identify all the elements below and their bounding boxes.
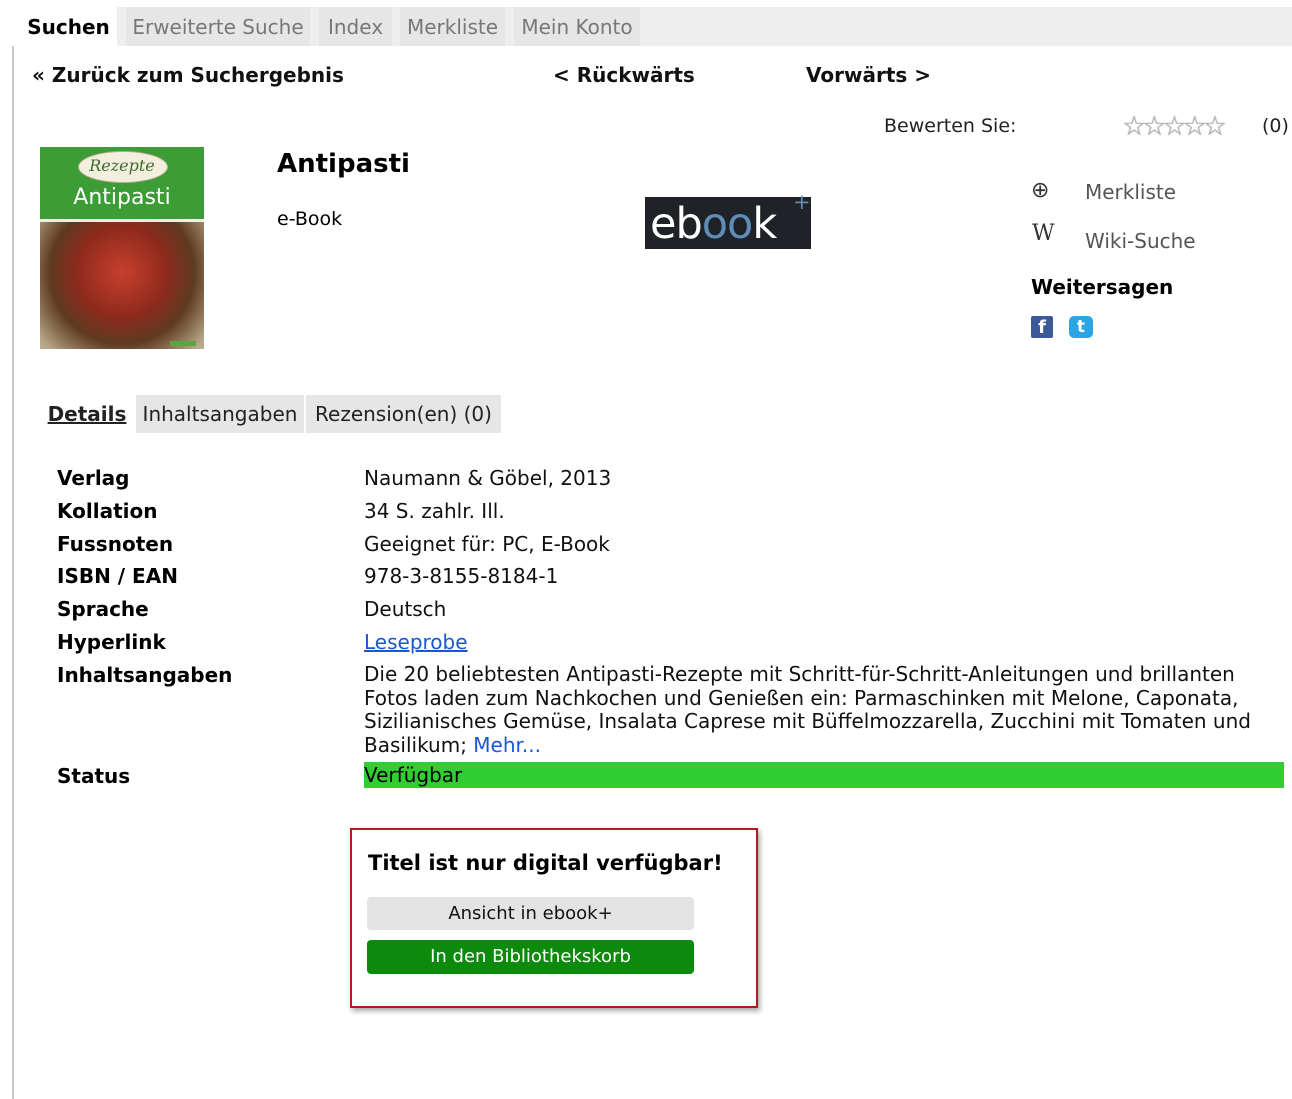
tab-erweiterte-suche[interactable]: Erweiterte Suche bbox=[126, 7, 310, 46]
view-ebook-button[interactable]: Ansicht in ebook+ bbox=[367, 897, 694, 930]
status-badge: Verfügbar bbox=[364, 762, 1284, 788]
tab-merkliste[interactable]: Merkliste bbox=[400, 7, 505, 46]
inhalt-label: Inhaltsangaben bbox=[57, 663, 233, 687]
cover-divider bbox=[40, 219, 204, 222]
mehr-link[interactable]: Mehr... bbox=[473, 733, 541, 757]
digital-box-title: Titel ist nur digital verfügbar! bbox=[368, 851, 723, 875]
add-to-basket-button[interactable]: In den Bibliothekskorb bbox=[367, 940, 694, 974]
wiki-search-link[interactable]: Wiki-Suche bbox=[1085, 229, 1196, 253]
share-title: Weitersagen bbox=[1031, 275, 1174, 299]
record-title: Antipasti bbox=[277, 149, 410, 179]
tab-index[interactable]: Index bbox=[319, 7, 392, 46]
facebook-icon[interactable]: f bbox=[1031, 316, 1053, 338]
logo-text: ebook bbox=[650, 199, 777, 249]
previous-link[interactable]: < Rückwärts bbox=[553, 62, 695, 88]
kollation-label: Kollation bbox=[57, 499, 158, 523]
leseprobe-link[interactable]: Leseprobe bbox=[364, 630, 468, 654]
sprache-value: Deutsch bbox=[364, 597, 447, 621]
book-cover-image: Rezepte Antipasti bbox=[40, 147, 204, 349]
ebook-plus-logo: ebook + bbox=[645, 191, 811, 249]
tab-rezensionen[interactable]: Rezension(en) (0) bbox=[306, 395, 501, 433]
fussnoten-label: Fussnoten bbox=[57, 532, 174, 556]
wikipedia-icon[interactable]: W bbox=[1032, 222, 1055, 246]
rating-count: (0) bbox=[1262, 115, 1289, 137]
verlag-label: Verlag bbox=[57, 466, 130, 490]
tab-suchen[interactable]: Suchen bbox=[20, 7, 117, 46]
next-link[interactable]: Vorwärts > bbox=[806, 62, 931, 88]
sprache-label: Sprache bbox=[57, 597, 149, 621]
logo-plus: + bbox=[793, 190, 811, 214]
logo-text-oo: oo bbox=[701, 199, 754, 249]
left-border-line bbox=[12, 46, 14, 1099]
verlag-value: Naumann & Göbel, 2013 bbox=[364, 466, 612, 490]
isbn-label: ISBN / EAN bbox=[57, 564, 178, 588]
kollation-value: 34 S. zahlr. Ill. bbox=[364, 499, 505, 523]
merkliste-link[interactable]: Merkliste bbox=[1085, 180, 1176, 204]
rating-stars[interactable]: ☆☆☆☆☆ bbox=[1122, 112, 1227, 142]
hyperlink-label: Hyperlink bbox=[57, 630, 166, 654]
twitter-icon[interactable]: t bbox=[1069, 316, 1093, 338]
cover-series: Rezepte bbox=[89, 156, 155, 175]
fussnoten-value: Geeignet für: PC, E-Book bbox=[364, 532, 610, 556]
record-medium: e-Book bbox=[277, 208, 343, 230]
tab-details[interactable]: Details bbox=[40, 395, 134, 433]
isbn-value: 978-3-8155-8184-1 bbox=[364, 564, 559, 588]
status-label: Status bbox=[57, 764, 131, 788]
cover-publisher-mark bbox=[170, 341, 196, 346]
tab-inhaltsangaben[interactable]: Inhaltsangaben bbox=[136, 395, 304, 433]
logo-text-pre: eb bbox=[650, 199, 703, 249]
add-circle-icon[interactable]: ⊕ bbox=[1031, 179, 1049, 203]
cover-title: Antipasti bbox=[73, 185, 171, 210]
tab-mein-konto[interactable]: Mein Konto bbox=[514, 7, 640, 46]
rating-label: Bewerten Sie: bbox=[884, 115, 1017, 137]
logo-text-post: k bbox=[752, 199, 777, 249]
back-to-results-link[interactable]: « Zurück zum Suchergebnis bbox=[32, 62, 344, 88]
inhalt-description: Die 20 beliebtesten Antipasti-Rezepte mi… bbox=[364, 662, 1264, 757]
